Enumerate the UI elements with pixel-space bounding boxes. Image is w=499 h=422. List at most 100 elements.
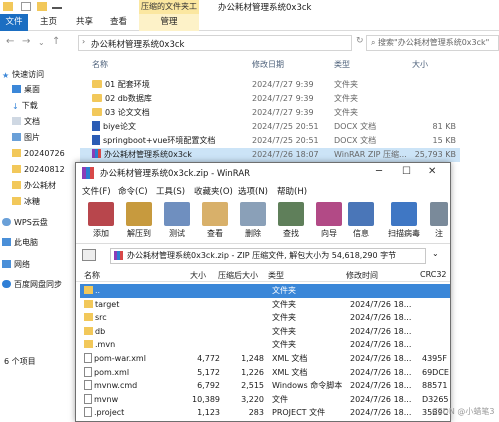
menu-file[interactable]: 文件(F) bbox=[82, 185, 111, 197]
archive-item-modified: 2024/7/26 18... bbox=[350, 326, 412, 336]
sidebar-item-bingtang[interactable]: 冰糖 bbox=[12, 195, 40, 208]
file-list-header: 名称 修改日期 类型 大小 bbox=[80, 56, 499, 73]
menu-favorites[interactable]: 收藏夹(O) bbox=[194, 185, 233, 197]
delete-button[interactable]: 删除 bbox=[234, 202, 272, 242]
refresh-icon[interactable]: ↻ bbox=[356, 36, 364, 46]
archive-row[interactable]: mvnw.cmd 6,792 2,515 Windows 命令脚本 2024/7/26 … bbox=[80, 379, 450, 393]
menu-tools[interactable]: 工具(S) bbox=[156, 185, 185, 197]
new-folder-icon[interactable] bbox=[37, 2, 47, 11]
archive-row[interactable]: pom.xml 5,172 1,226 XML 文档 2024/7/26 18... 69… bbox=[80, 366, 450, 380]
archive-item-type: 文件 bbox=[272, 394, 288, 404]
archive-item-name: mvnw bbox=[94, 394, 119, 404]
view-button[interactable]: 查看 bbox=[196, 202, 234, 242]
extract-to-button[interactable]: 解压到 bbox=[120, 202, 158, 242]
tab-share[interactable]: 共享 bbox=[76, 14, 93, 31]
customize-toolbar-icon[interactable] bbox=[52, 2, 62, 9]
archive-item-name: .mvn bbox=[95, 340, 116, 350]
sidebar-item-desktop[interactable]: 桌面 bbox=[12, 83, 40, 96]
file-type: 文件夹 bbox=[334, 94, 358, 103]
sidebar-item-label: 百度网盘同步 bbox=[14, 280, 62, 289]
tab-home[interactable]: 主页 bbox=[40, 14, 57, 31]
archive-item-size: 10,389 bbox=[192, 394, 220, 404]
column-size[interactable]: 大小 bbox=[190, 270, 206, 281]
column-packed[interactable]: 压缩后大小 bbox=[218, 270, 258, 281]
chevron-right-icon: › bbox=[82, 37, 86, 46]
archive-item-packed: 283 bbox=[248, 408, 264, 418]
scan-virus-button[interactable]: 扫描病毒 bbox=[382, 202, 426, 242]
archive-item-modified: 2024/7/26 18... bbox=[350, 354, 412, 363]
maximize-icon[interactable]: ☐ bbox=[402, 166, 411, 177]
column-name[interactable]: 名称 bbox=[84, 270, 100, 281]
archive-item-type: 文件夹 bbox=[272, 313, 296, 323]
file-row[interactable]: 02 db数据库 2024/7/27 9:39 文件夹 bbox=[80, 92, 460, 106]
archive-item-type: 文件夹 bbox=[272, 299, 296, 309]
archive-path-field[interactable]: 办公耗材管理系统0x3ck.zip - ZIP 压缩文件, 解包大小为 54,6… bbox=[110, 248, 426, 264]
forward-arrow-icon[interactable]: → bbox=[22, 36, 30, 47]
archive-row-selected[interactable]: .. 文件夹 bbox=[80, 284, 450, 298]
folder-icon bbox=[12, 149, 21, 157]
tab-view[interactable]: 查看 bbox=[110, 14, 127, 31]
column-size[interactable]: 大小 bbox=[412, 59, 428, 70]
sidebar-item-label: 冰糖 bbox=[24, 197, 40, 206]
menu-options[interactable]: 选项(N) bbox=[238, 185, 268, 197]
menu-help[interactable]: 帮助(H) bbox=[277, 185, 307, 197]
dropdown-chevron-icon[interactable]: ⌄ bbox=[432, 249, 439, 258]
search-input[interactable]: ⌕ 搜索"办公耗材管理系统0x3ck" bbox=[366, 35, 499, 51]
sidebar-item-downloads[interactable]: ↓ 下载 bbox=[12, 99, 38, 112]
watermark: CSDN @小蜡笔3 bbox=[432, 407, 495, 416]
up-folder-icon[interactable] bbox=[82, 249, 96, 261]
file-row[interactable]: 01 配套环境 2024/7/27 9:39 文件夹 bbox=[80, 78, 460, 92]
address-path: 办公耗材管理系统0x3ck bbox=[91, 40, 185, 50]
sidebar-item-20240726[interactable]: 20240726 bbox=[12, 147, 65, 160]
column-type[interactable]: 类型 bbox=[334, 59, 350, 70]
recent-chevron-icon[interactable]: ⌄ bbox=[38, 38, 45, 47]
column-date[interactable]: 修改日期 bbox=[252, 59, 284, 70]
address-bar[interactable]: › 办公耗材管理系统0x3ck bbox=[78, 35, 352, 51]
up-arrow-icon[interactable]: ↑ bbox=[52, 36, 60, 47]
file-type: WinRAR ZIP 压缩... bbox=[334, 150, 407, 159]
info-button[interactable]: 信息 bbox=[342, 202, 380, 242]
comment-button[interactable]: 注 bbox=[428, 202, 450, 242]
sidebar-item-wps-cloud[interactable]: WPS云盘 bbox=[2, 216, 48, 229]
sidebar-item-baidu-sync[interactable]: 百度网盘同步 bbox=[2, 278, 62, 291]
find-button[interactable]: 查找 bbox=[272, 202, 310, 242]
file-row[interactable]: 03 论文文档 2024/7/27 9:39 文件夹 bbox=[80, 106, 460, 120]
file-name: 03 论文文档 bbox=[105, 108, 150, 117]
file-icon bbox=[84, 380, 92, 391]
file-row[interactable]: biye论文 2024/7/25 20:51 DOCX 文档 81 KB bbox=[80, 120, 460, 134]
item-count: 6 个项目 bbox=[4, 357, 36, 366]
archive-row[interactable]: .mvn 文件夹 2024/7/26 18... bbox=[80, 338, 450, 352]
column-modified[interactable]: 修改时间 bbox=[346, 270, 378, 281]
sidebar-item-network[interactable]: 网络 bbox=[2, 258, 30, 271]
tab-manage[interactable]: 管理 bbox=[139, 14, 199, 31]
sidebar-item-quick-access[interactable]: ★ 快速访问 bbox=[2, 68, 44, 81]
test-button[interactable]: 测试 bbox=[158, 202, 196, 242]
archive-row[interactable]: target 文件夹 2024/7/26 18... bbox=[80, 298, 450, 312]
sidebar-item-documents[interactable]: 文档 bbox=[12, 115, 40, 128]
sidebar-item-20240812[interactable]: 20240812 bbox=[12, 163, 65, 176]
close-icon[interactable]: ✕ bbox=[428, 166, 436, 177]
checkbox-icon[interactable] bbox=[21, 2, 31, 11]
archive-row[interactable]: src 文件夹 2024/7/26 18... bbox=[80, 311, 450, 325]
archive-row[interactable]: mvnw 10,389 3,220 文件 2024/7/26 18... D3265 bbox=[80, 393, 450, 407]
archive-item-name: .. bbox=[95, 286, 101, 295]
menu-commands[interactable]: 命令(C) bbox=[118, 185, 148, 197]
zip-icon bbox=[92, 149, 101, 158]
info-icon bbox=[348, 202, 374, 226]
add-button[interactable]: 添加 bbox=[82, 202, 120, 242]
sidebar-item-pictures[interactable]: 图片 bbox=[12, 131, 40, 144]
minimize-icon[interactable]: ─ bbox=[376, 166, 382, 177]
back-arrow-icon[interactable]: ← bbox=[6, 36, 14, 47]
archive-row[interactable]: db 文件夹 2024/7/26 18... bbox=[80, 325, 450, 339]
sidebar-item-office-supplies[interactable]: 办公耗材 bbox=[12, 179, 56, 192]
archive-row[interactable]: pom-war.xml 4,772 1,248 XML 文档 2024/7/26 18.… bbox=[80, 352, 450, 366]
column-type[interactable]: 类型 bbox=[268, 270, 284, 281]
sidebar-item-this-pc[interactable]: 此电脑 bbox=[2, 236, 38, 249]
file-size: 81 KB bbox=[432, 122, 456, 131]
file-row[interactable]: springboot+vue环境配置文档 2024/7/25 20:51 DOC… bbox=[80, 134, 460, 148]
column-name[interactable]: 名称 bbox=[92, 59, 108, 70]
file-row-selected[interactable]: 办公耗材管理系统0x3ck 2024/7/26 18:07 WinRAR ZIP… bbox=[80, 148, 460, 162]
column-crc[interactable]: CRC32 bbox=[420, 270, 447, 279]
tab-file[interactable]: 文件 bbox=[0, 14, 28, 31]
archive-row[interactable]: .project 1,123 283 PROJECT 文件 2024/7/26 18..… bbox=[80, 406, 450, 420]
